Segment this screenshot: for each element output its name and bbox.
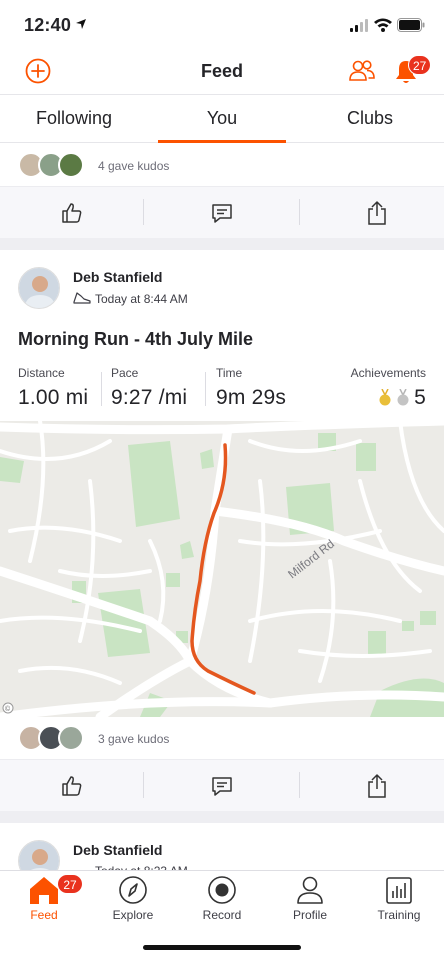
tab-explore[interactable]: Explore xyxy=(89,875,177,931)
stat-distance: Distance 1.00 mi xyxy=(18,366,88,410)
run-shoe-icon xyxy=(73,292,91,304)
avatar xyxy=(58,725,84,751)
status-time: 12:40 xyxy=(24,15,72,35)
feed-badge: 27 xyxy=(57,874,83,894)
thumbs-up-icon xyxy=(62,776,82,796)
stat-label: Pace xyxy=(111,366,139,380)
activity-timestamp: Today at 8:44 AM xyxy=(95,292,188,306)
athlete-name[interactable]: Deb Stanfield xyxy=(73,269,162,285)
share-icon xyxy=(368,201,386,225)
kudos-count: 3 gave kudos xyxy=(98,732,170,746)
record-icon xyxy=(208,876,236,904)
kudos-avatars xyxy=(18,152,90,180)
tab-label: Training xyxy=(377,908,421,922)
tab-following[interactable]: Following xyxy=(0,95,148,142)
stat-achievements: Achievements 5 xyxy=(351,366,426,410)
comment-button[interactable] xyxy=(150,760,294,812)
page-title: Feed xyxy=(200,61,243,81)
stat-label: Time xyxy=(216,366,243,380)
thumbs-up-icon xyxy=(62,203,82,223)
share-icon xyxy=(368,774,386,798)
stat-value: 1.00 mi xyxy=(18,386,89,409)
training-chart-icon xyxy=(386,877,412,904)
tab-you[interactable]: You xyxy=(148,95,296,143)
kudos-row[interactable]: 3 gave kudos xyxy=(0,717,444,757)
kudos-button[interactable] xyxy=(0,760,144,812)
card-divider xyxy=(0,811,444,823)
tab-label: Feed xyxy=(30,908,58,922)
comment-button[interactable] xyxy=(150,187,294,239)
stat-label: Achievements xyxy=(350,366,426,380)
activity-actions xyxy=(0,759,444,811)
kudos-button[interactable] xyxy=(0,187,144,239)
route-map[interactable]: Milford Rd © xyxy=(0,421,444,717)
kudos-avatars xyxy=(18,725,90,753)
notification-badge: 27 xyxy=(408,55,432,75)
app-header: Feed xyxy=(0,50,444,94)
stat-value: 9:27 /mi xyxy=(111,386,188,409)
home-indicator xyxy=(143,945,301,950)
feed-tabs: Following You Clubs xyxy=(0,94,444,143)
athlete-name[interactable]: Deb Stanfield xyxy=(73,842,162,858)
silver-medal-icon xyxy=(397,389,409,406)
profile-icon xyxy=(297,876,323,904)
achievement-count: 5 xyxy=(414,386,426,409)
kudos-row[interactable]: 4 gave kudos xyxy=(0,144,444,184)
stat-value: 9m 29s xyxy=(216,386,287,409)
stat-label: Distance xyxy=(18,366,65,380)
find-friends-icon[interactable] xyxy=(348,59,376,83)
battery-icon xyxy=(397,18,425,32)
svg-text:©: © xyxy=(5,705,11,713)
share-button[interactable] xyxy=(305,187,444,239)
athlete-avatar[interactable] xyxy=(18,267,60,309)
stat-pace: Pace 9:27 /mi xyxy=(111,366,187,410)
kudos-count: 4 gave kudos xyxy=(98,159,170,173)
activity-actions xyxy=(0,186,444,238)
tab-training[interactable]: Training xyxy=(355,875,443,931)
map-tiles: Milford Rd © xyxy=(0,421,444,717)
location-arrow-icon xyxy=(76,19,86,29)
activity-title[interactable]: Morning Run - 4th July Mile xyxy=(18,329,253,350)
gold-medal-icon xyxy=(379,389,391,406)
cellular-signal-icon xyxy=(350,19,368,32)
home-icon xyxy=(30,877,58,904)
tab-record[interactable]: Record xyxy=(178,875,266,931)
comment-icon xyxy=(212,204,232,223)
tab-label: Explore xyxy=(112,908,154,922)
comment-icon xyxy=(212,777,232,796)
tab-label: Profile xyxy=(292,908,327,922)
tab-label: Record xyxy=(202,908,242,922)
tab-clubs[interactable]: Clubs xyxy=(296,95,444,142)
wifi-icon xyxy=(374,18,392,32)
stat-time: Time 9m 29s xyxy=(216,366,286,410)
card-divider xyxy=(0,238,444,250)
compass-icon xyxy=(119,876,147,904)
status-bar: 12:40 xyxy=(0,0,444,50)
tab-profile[interactable]: Profile xyxy=(266,875,354,931)
avatar xyxy=(58,152,84,178)
share-button[interactable] xyxy=(305,760,444,812)
